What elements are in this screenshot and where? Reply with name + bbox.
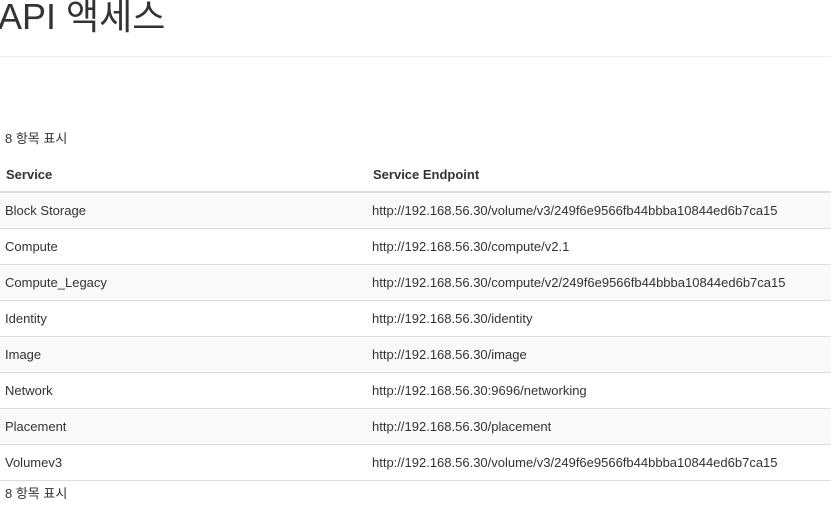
service-name-cell: Identity	[0, 300, 367, 337]
table-row: Compute http://192.168.56.30/compute/v2.…	[0, 228, 831, 265]
table-row: Network http://192.168.56.30:9696/networ…	[0, 372, 831, 409]
table-row: Volumev3 http://192.168.56.30/volume/v3/…	[0, 444, 831, 481]
item-count-top: 8 항목 표시	[5, 131, 68, 146]
service-endpoint-cell: http://192.168.56.30/volume/v3/249f6e956…	[367, 444, 831, 481]
page-title: API 액세스	[0, 0, 166, 37]
table-row: Compute_Legacy http://192.168.56.30/comp…	[0, 264, 831, 301]
table-row: Image http://192.168.56.30/image	[0, 336, 831, 373]
service-endpoint-cell: http://192.168.56.30/identity	[367, 300, 831, 337]
table-row: Block Storage http://192.168.56.30/volum…	[0, 191, 831, 229]
column-header-service[interactable]: Service	[0, 158, 367, 193]
service-name-cell: Network	[0, 372, 367, 409]
column-header-endpoint[interactable]: Service Endpoint	[367, 158, 831, 193]
table-row: Identity http://192.168.56.30/identity	[0, 300, 831, 337]
service-endpoint-cell: http://192.168.56.30/volume/v3/249f6e956…	[367, 191, 831, 229]
service-endpoint-cell: http://192.168.56.30:9696/networking	[367, 372, 831, 409]
service-name-cell: Compute_Legacy	[0, 264, 367, 301]
service-name-cell: Image	[0, 336, 367, 373]
table-header-row: Service Service Endpoint	[0, 158, 831, 193]
service-name-cell: Placement	[0, 408, 367, 445]
table-row: Placement http://192.168.56.30/placement	[0, 408, 831, 445]
service-endpoint-cell: http://192.168.56.30/compute/v2/249f6e95…	[367, 264, 831, 301]
header-divider	[0, 56, 831, 57]
service-name-cell: Compute	[0, 228, 367, 265]
api-access-table: Service Service Endpoint Block Storage h…	[0, 158, 831, 481]
service-endpoint-cell: http://192.168.56.30/compute/v2.1	[367, 228, 831, 265]
item-count-bottom: 8 항목 표시	[5, 486, 68, 501]
service-name-cell: Block Storage	[0, 191, 367, 229]
service-endpoint-cell: http://192.168.56.30/image	[367, 336, 831, 373]
service-endpoint-cell: http://192.168.56.30/placement	[367, 408, 831, 445]
service-name-cell: Volumev3	[0, 444, 367, 481]
